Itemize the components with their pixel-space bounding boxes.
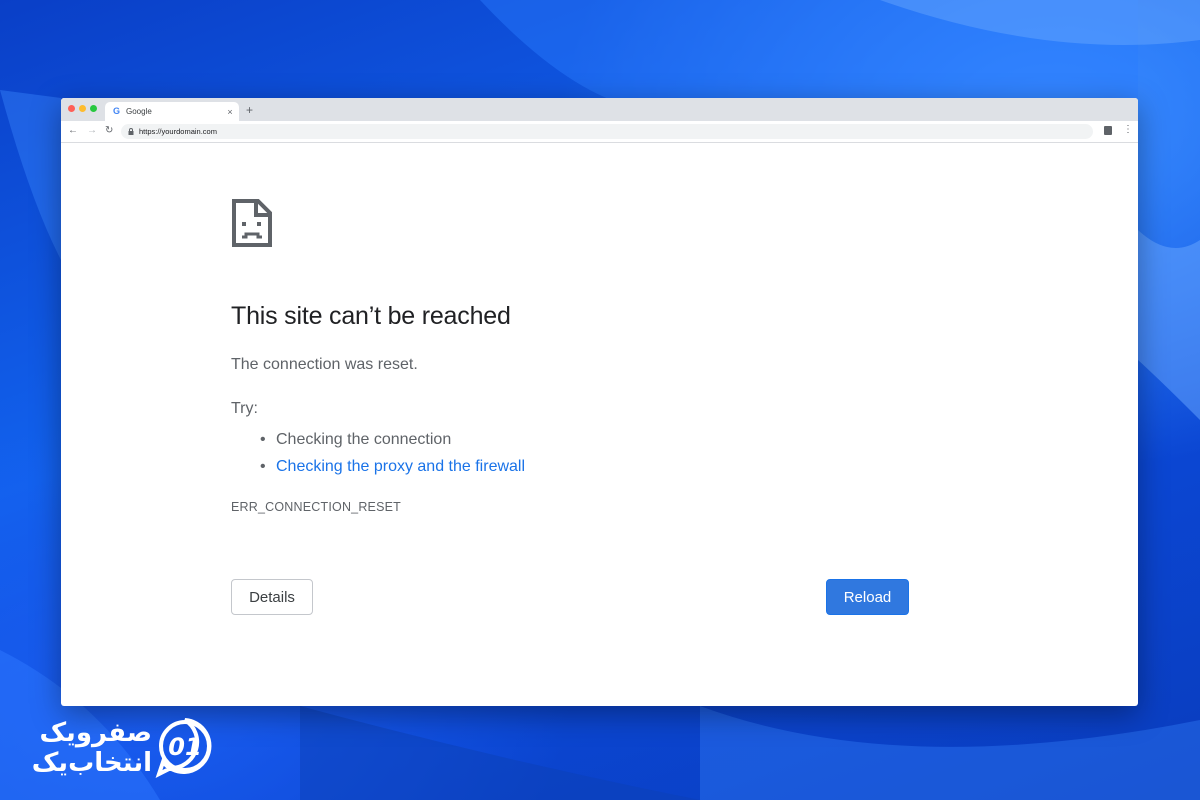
tab-close-icon[interactable]: × — [225, 107, 235, 117]
address-bar[interactable]: https://yourdomain.com — [121, 124, 1093, 139]
browser-toolbar: ← → ↻ https://yourdomain.com ⋮ — [61, 121, 1138, 143]
back-arrow-icon[interactable]: ← — [68, 125, 78, 136]
sad-page-icon — [232, 199, 272, 247]
details-button[interactable]: Details — [231, 579, 313, 615]
lock-icon — [128, 128, 134, 135]
new-tab-button[interactable]: + — [246, 103, 253, 117]
suggestions-list: Checking the connection Checking the pro… — [256, 426, 525, 480]
forward-arrow-icon[interactable]: → — [87, 125, 97, 136]
minimize-window-button[interactable] — [79, 105, 86, 112]
error-code: ERR_CONNECTION_RESET — [231, 500, 401, 514]
kebab-menu-icon[interactable]: ⋮ — [1123, 124, 1133, 135]
watermark-line-1: صفرویک — [39, 718, 152, 748]
close-window-button[interactable] — [68, 105, 75, 112]
suggestion-check-connection: Checking the connection — [256, 426, 525, 453]
reload-button[interactable]: Reload — [826, 579, 909, 615]
tab-bar: G Google × + — [61, 98, 1138, 121]
suggestion-check-proxy-link[interactable]: Checking the proxy and the firewall — [256, 453, 525, 480]
watermark-line-2: انتخاب‌یک — [31, 748, 152, 778]
maximize-window-button[interactable] — [90, 105, 97, 112]
watermark-logo-mark: 01 — [155, 718, 212, 778]
watermark-mark-text: 01 — [168, 733, 201, 761]
url-text: https://yourdomain.com — [139, 127, 217, 136]
error-page: This site can’t be reached The connectio… — [61, 142, 1138, 706]
error-title: This site can’t be reached — [231, 302, 511, 330]
try-label: Try: — [231, 400, 258, 417]
profile-icon[interactable] — [1104, 126, 1112, 135]
browser-window: G Google × + ← → ↻ https://yourdomain.co… — [61, 98, 1138, 706]
reload-icon[interactable]: ↻ — [105, 125, 113, 136]
google-favicon-icon: G — [113, 106, 121, 116]
error-message: The connection was reset. — [231, 356, 418, 373]
tab-google[interactable]: G Google × — [105, 102, 239, 121]
tab-title: Google — [126, 107, 152, 116]
watermark-logo-text: صفرویک انتخاب‌یک — [30, 718, 152, 778]
